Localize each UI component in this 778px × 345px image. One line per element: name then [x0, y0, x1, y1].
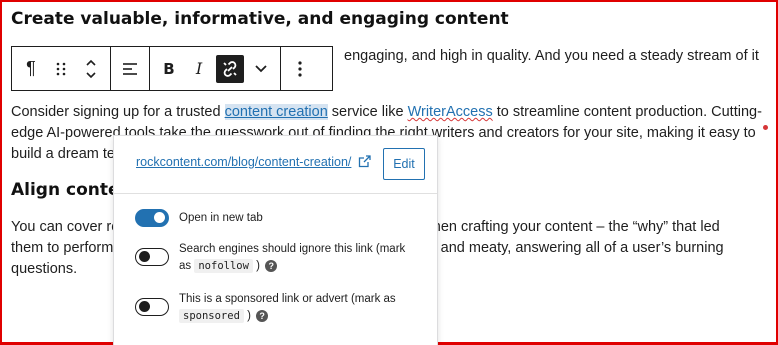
open-new-tab-label: Open in new tab	[179, 212, 263, 224]
edit-link-button[interactable]: Edit	[383, 148, 425, 180]
open-new-tab-toggle[interactable]	[135, 209, 169, 227]
options-group	[281, 47, 319, 90]
text-run: You can cover re	[11, 219, 120, 235]
text-run: when crafting your content – the “why” t…	[422, 219, 720, 235]
text-run: ul and meaty, answering all of a user’s …	[425, 240, 724, 256]
sponsored-label: This is a sponsored link or advert (mark…	[179, 291, 396, 325]
paragraph-text: engaging, and high in quality. And you n…	[344, 48, 759, 64]
sponsored-toggle[interactable]	[135, 298, 169, 316]
link-popover: rockcontent.com/blog/content-creation/ E…	[113, 135, 438, 345]
label-text: This is a sponsored link or advert (mark…	[179, 293, 396, 305]
label-text: )	[247, 310, 251, 322]
paragraph-icon[interactable]: ¶	[16, 51, 46, 87]
label-text: Search engines should ignore this link (…	[179, 243, 406, 255]
paragraph-line: Consider signing up for a trusted conten…	[11, 102, 762, 123]
text-run: to streamline content production. Cuttin…	[492, 104, 762, 120]
help-icon[interactable]: ?	[265, 259, 278, 272]
chevron-down-icon[interactable]	[246, 51, 276, 87]
more-options-icon[interactable]	[285, 51, 315, 87]
label-text: )	[256, 260, 260, 272]
align-left-icon[interactable]	[115, 51, 145, 87]
label-text: as	[179, 260, 192, 272]
format-group: B I	[150, 47, 281, 90]
drag-handle-icon[interactable]	[46, 51, 76, 87]
nofollow-toggle[interactable]	[135, 248, 169, 266]
sponsored-code: sponsored	[179, 309, 244, 323]
nofollow-label: Search engines should ignore this link (…	[179, 241, 405, 275]
divider	[114, 193, 437, 194]
block-type-group: ¶	[12, 47, 111, 90]
heading-create-content[interactable]: Create valuable, informative, and engagi…	[11, 9, 509, 29]
move-up-down-icon[interactable]	[76, 51, 106, 87]
text-run: service like	[327, 104, 408, 120]
nofollow-code: nofollow	[194, 259, 253, 273]
unlink-icon[interactable]	[216, 54, 244, 83]
align-group	[111, 47, 150, 90]
content-creation-link[interactable]: content creation	[224, 104, 328, 120]
block-toolbar: ¶ B I	[11, 46, 333, 91]
external-link-icon	[358, 155, 371, 173]
spelling-marker	[763, 125, 768, 130]
link-url[interactable]: rockcontent.com/blog/content-creation/	[136, 155, 351, 169]
help-icon[interactable]: ?	[256, 309, 269, 322]
paragraph-fragment[interactable]: engaging, and high in quality. And you n…	[344, 46, 759, 67]
text-run: Consider signing up for a trusted	[11, 104, 225, 120]
text-run: them to perform	[11, 240, 114, 256]
italic-button[interactable]: I	[184, 51, 214, 87]
bold-button[interactable]: B	[154, 51, 184, 87]
writeraccess-link[interactable]: WriterAccess	[408, 104, 493, 120]
